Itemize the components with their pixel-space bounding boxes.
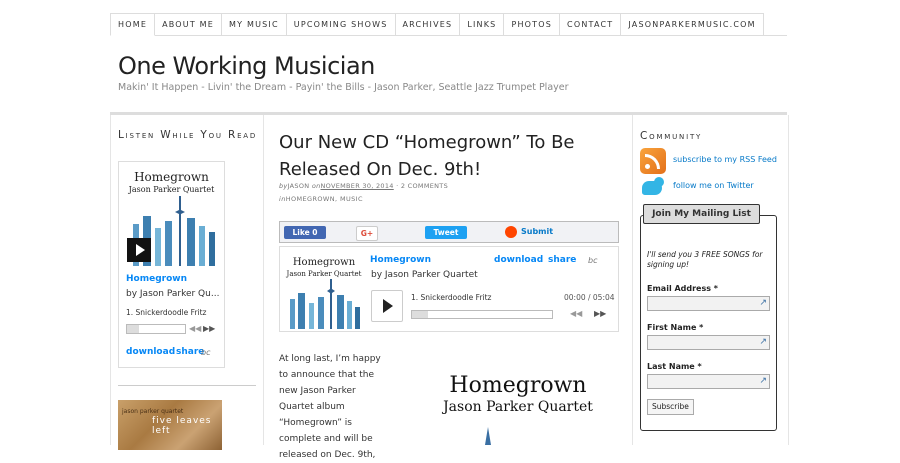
nav-about-me[interactable]: ABOUT ME: [154, 13, 223, 35]
first-name-field[interactable]: [647, 335, 770, 350]
site-title[interactable]: One Working Musician: [118, 52, 375, 80]
page: HOME ABOUT ME MY MUSIC UPCOMING SHOWS AR…: [110, 0, 789, 460]
post-art-subtitle: Jason Parker Quartet: [443, 399, 593, 415]
nav-links[interactable]: LINKS: [459, 13, 505, 35]
album-art[interactable]: Homegrown Jason Parker Quartet: [284, 253, 364, 329]
facebook-like-button[interactable]: Like 0: [284, 226, 326, 239]
bc-share-link[interactable]: share: [548, 255, 576, 265]
mailing-list-header: Join My Mailing List: [643, 204, 760, 224]
cats-in: in: [279, 195, 286, 203]
left-sidebar: Listen While You Read Homegrown Jason Pa…: [110, 115, 264, 450]
meta-comments[interactable]: · 2 COMMENTS: [396, 182, 448, 190]
bc-album-link[interactable]: Homegrown: [370, 255, 431, 265]
bc-download-link[interactable]: download: [126, 347, 175, 357]
bc-track[interactable]: 1. Snickerdoodle Fritz: [126, 308, 207, 317]
bc-album-link[interactable]: Homegrown: [126, 274, 187, 284]
nav-jasonparkermusic[interactable]: JASONPARKERMUSIC.COM: [620, 13, 764, 35]
next-track-icon[interactable]: ▶▶: [203, 324, 215, 333]
rss-icon[interactable]: [640, 148, 666, 174]
community-widget-title: Community: [640, 130, 703, 142]
twitter-bird-icon[interactable]: [640, 175, 666, 199]
main-nav: HOME ABOUT ME MY MUSIC UPCOMING SHOWS AR…: [110, 13, 787, 36]
share-bar: Like 0 G+ Tweet Submit: [279, 221, 619, 243]
album-art-label: jason parker quartet: [122, 408, 184, 415]
twitter-link[interactable]: follow me on Twitter: [673, 181, 754, 190]
play-icon[interactable]: [127, 238, 151, 262]
album-art[interactable]: Homegrown Jason Parker Quartet: [123, 166, 220, 266]
listen-widget-title: Listen While You Read: [118, 129, 258, 141]
main-content: Our New CD “Homegrown” To Be Released On…: [263, 115, 640, 460]
space-needle-icon: [485, 427, 491, 445]
category-links[interactable]: HOMEGROWN, MUSIC: [286, 195, 363, 203]
twitter-bird-head: [654, 177, 664, 187]
right-sidebar: Community subscribe to my RSS Feed follo…: [632, 115, 789, 445]
reddit-submit-button[interactable]: Submit: [505, 225, 553, 239]
sidebar-divider: [118, 385, 256, 386]
bc-time: 00:00 / 05:04: [564, 293, 615, 302]
subscribe-button[interactable]: Subscribe: [647, 399, 694, 415]
post-meta: byJASON onNOVEMBER 30, 2014 · 2 COMMENTS: [279, 182, 448, 190]
meta-date[interactable]: NOVEMBER 30, 2014: [321, 182, 394, 190]
meta-by: by: [279, 182, 288, 190]
album-art-title: five leaves left: [152, 416, 212, 436]
nav-contact[interactable]: CONTACT: [559, 13, 622, 35]
mailing-list-form: Join My Mailing List I'll send you 3 FRE…: [640, 204, 777, 431]
bc-artist[interactable]: by Jason Parker Quartet: [371, 270, 478, 280]
bandcamp-player-post: Homegrown Jason Parker Quartet Homegrown…: [279, 246, 619, 332]
site-tagline: Makin' It Happen - Livin' the Dream - Pa…: [118, 82, 569, 93]
nav-photos[interactable]: PHOTOS: [503, 13, 561, 35]
progress-fill: [412, 311, 428, 318]
bandcamp-logo-icon[interactable]: bc: [201, 348, 210, 357]
nav-home[interactable]: HOME: [110, 13, 156, 36]
last-name-label: Last Name *: [647, 362, 702, 371]
email-field[interactable]: [647, 296, 770, 311]
mailing-list-intro: I'll send you 3 FREE SONGS for signing u…: [647, 250, 763, 269]
skyline-art: [290, 279, 360, 329]
post-art-title: Homegrown: [449, 373, 587, 398]
play-button[interactable]: [371, 290, 403, 322]
nav-my-music[interactable]: MY MUSIC: [221, 13, 287, 35]
google-plus-button[interactable]: G+: [356, 226, 378, 241]
prev-track-icon[interactable]: ◀◀: [189, 324, 201, 333]
first-name-label: First Name *: [647, 323, 704, 332]
next-track-icon[interactable]: ▶▶: [594, 309, 606, 318]
last-name-field[interactable]: [647, 374, 770, 389]
prev-track-icon[interactable]: ◀◀: [570, 309, 582, 318]
post-body: At long last, I’m happy to announce that…: [279, 354, 381, 460]
rss-link[interactable]: subscribe to my RSS Feed: [673, 155, 777, 164]
nav-upcoming-shows[interactable]: UPCOMING SHOWS: [285, 13, 396, 35]
nav-archives[interactable]: ARCHIVES: [394, 13, 461, 35]
bandcamp-player-sidebar: Homegrown Jason Parker Quartet Homegrown…: [118, 161, 225, 368]
meta-author[interactable]: JASON: [288, 182, 310, 190]
progress-bar[interactable]: [411, 310, 553, 319]
bc-artist[interactable]: by Jason Parker Qu...: [126, 289, 219, 299]
bc-track[interactable]: 1. Snickerdoodle Fritz: [411, 293, 492, 302]
bandcamp-logo-icon[interactable]: bc: [588, 256, 597, 265]
progress-bar[interactable]: [126, 324, 186, 334]
meta-on: on: [311, 182, 321, 190]
tweet-button[interactable]: Tweet: [425, 226, 467, 239]
album-art-five-leaves-left[interactable]: jason parker quartet five leaves left: [118, 400, 222, 450]
progress-fill: [127, 325, 139, 333]
email-label: Email Address *: [647, 284, 718, 293]
bc-download-link[interactable]: download: [494, 255, 543, 265]
post-title[interactable]: Our New CD “Homegrown” To Be Released On…: [279, 129, 619, 183]
post-categories: inHOMEGROWN, MUSIC: [279, 195, 363, 203]
post-album-art[interactable]: Homegrown Jason Parker Quartet: [423, 373, 613, 453]
